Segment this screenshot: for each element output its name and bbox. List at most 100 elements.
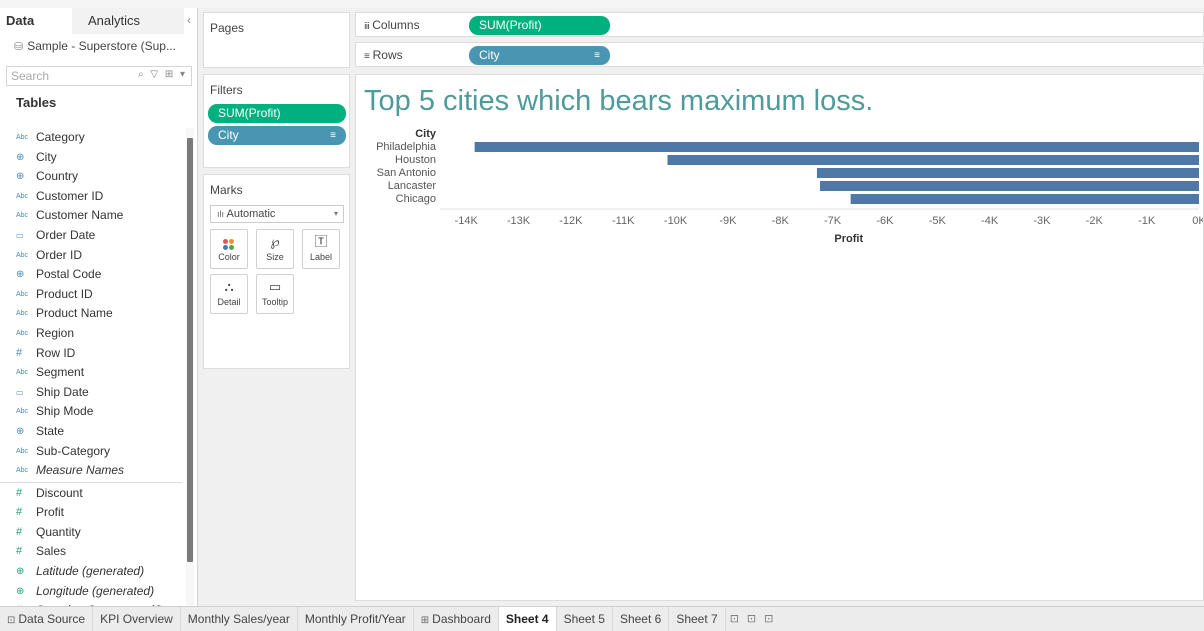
filter-pill-city[interactable]: City ≡ [208,126,346,145]
field-label: Quantity [36,524,81,539]
sheet-tab-sheet-6[interactable]: Sheet 6 [613,607,670,631]
field-latitude-generated[interactable]: ⊕ Latitude (generated) [0,562,182,582]
field-sales[interactable]: # Sales [0,542,182,562]
detail-button-label: Detail [217,297,241,307]
field-label: Profit [36,505,65,520]
field-segment[interactable]: Abc Segment [0,363,182,383]
field-product-name[interactable]: Abc Product Name [0,304,182,324]
bar[interactable] [850,194,1199,204]
rows-pill-label: City [479,48,500,62]
field-label: Country [36,169,79,184]
color-button-label: Color [218,252,240,262]
detail-icon: ⛬ [224,279,234,294]
rows-shelf-text: Rows [372,48,403,62]
field-region[interactable]: Abc Region [0,324,182,344]
field-order-id[interactable]: Abc Order ID [0,246,182,266]
field-country[interactable]: ⊕ Country [0,167,182,187]
bar[interactable] [816,168,1199,178]
sheet-tab-monthly-sales-year[interactable]: Monthly Sales/year [181,607,298,631]
bar-chart[interactable]: CityPhiladelphiaHoustonSan AntonioLancas… [356,75,1204,601]
filters-card[interactable]: Filters SUM(Profit) City ≡ [203,74,350,168]
sheet-tab-kpi-overview[interactable]: KPI Overview [93,607,181,631]
field-label: Order ID [36,247,83,262]
search-field[interactable]: Search ⌕ ▽ ⊞ ▾ [6,66,192,86]
row-header: City [415,128,437,140]
x-tick-label: -5K [929,215,947,227]
field-city[interactable]: ⊕ City [0,148,182,168]
bar[interactable] [667,155,1199,165]
color-button[interactable]: Color [210,229,248,269]
field-state[interactable]: ⊕ State [0,422,182,442]
sheet-tab-sheet-7[interactable]: Sheet 7 [669,607,726,631]
x-tick-label: -13K [507,215,531,227]
field-discount[interactable]: # Discount [0,484,182,504]
field-order-date[interactable]: ▭ Order Date [0,226,182,246]
x-tick-label: -6K [876,215,894,227]
columns-pill-sum-profit[interactable]: SUM(Profit) [469,16,610,35]
category-label: Lancaster [388,180,437,192]
field-row-id[interactable]: # Row ID [0,344,182,364]
tab-data[interactable]: Data [0,8,72,34]
detail-button[interactable]: ⛬ Detail [210,274,248,314]
search-filter-view-icons[interactable]: ⌕ ▽ ⊞ ▾ [138,69,187,80]
columns-shelf[interactable]: ⅲ Columns SUM(Profit) [355,12,1204,37]
sheet-tab-label: Sheet 6 [619,612,662,626]
size-button[interactable]: ℘ Size [256,229,294,269]
bar[interactable] [820,181,1199,191]
filter-pill-sum-profit[interactable]: SUM(Profit) [208,104,346,123]
size-button-label: Size [266,252,284,262]
string-type-icon: Abc [16,310,29,318]
field-postal-code[interactable]: ⊕ Postal Code [0,265,182,285]
rows-shelf[interactable]: ≡ Rows City ≡ [355,42,1204,67]
sheet-tab-sheet-4[interactable]: Sheet 4 [498,607,557,631]
field-customer-id[interactable]: Abc Customer ID [0,187,182,207]
field-longitude-generated[interactable]: ⊕ Longitude (generated) [0,582,182,602]
sheet-tab-sheet-5[interactable]: Sheet 5 [557,607,613,631]
globe-icon: ⊕ [16,585,25,597]
view-canvas[interactable]: Top 5 cities which bears maximum loss. C… [355,74,1204,601]
number-type-icon: # [16,525,23,538]
globe-icon: ⊕ [16,566,25,578]
columns-shelf-label: ⅲ Columns [364,18,420,32]
bar[interactable] [474,142,1199,152]
field-ship-mode[interactable]: Abc Ship Mode [0,402,182,422]
sheet-tab-label: Data Source [18,612,86,626]
new-story-icon[interactable]: ⊡ [760,607,777,631]
string-type-icon: Abc [16,447,29,455]
field-measure-names[interactable]: Abc Measure Names [0,461,182,481]
field-product-id[interactable]: Abc Product ID [0,285,182,305]
scrollbar-thumb[interactable] [187,138,193,562]
rows-pill-city[interactable]: City ≡ [469,46,610,65]
field-quantity[interactable]: # Quantity [0,523,182,543]
x-tick-label: -14K [455,215,479,227]
new-dashboard-icon[interactable]: ⊡ [743,607,760,631]
number-type-icon: # [16,346,23,359]
label-button[interactable]: 🅃 Label [302,229,340,269]
x-tick-label: -3K [1033,215,1051,227]
number-type-icon: # [16,545,23,558]
field-profit[interactable]: # Profit [0,503,182,523]
calendar-icon: ▭ [16,387,24,397]
globe-icon: ⊕ [16,425,25,437]
mark-type-dropdown[interactable]: ılı Automatic ▾ [210,205,344,223]
category-label: Chicago [396,193,436,205]
sheet-tab-data-source[interactable]: ⊡ Data Source [0,607,94,631]
data-source-item[interactable]: ⛁ Sample - Superstore (Sup... [0,34,197,58]
field-ship-date[interactable]: ▭ Ship Date [0,383,182,403]
label-icon: 🅃 [314,234,328,249]
x-tick-label: -7K [824,215,842,227]
tab-analytics[interactable]: Analytics [72,8,184,34]
field-sub-category[interactable]: Abc Sub-Category [0,442,182,462]
field-label: Row ID [36,345,76,360]
new-worksheet-icon[interactable]: ⊡ [726,607,743,631]
field-category[interactable]: Abc Category [0,128,182,148]
collapse-pane-icon[interactable]: ‹ [187,13,191,27]
filters-title: Filters [210,83,243,97]
field-label: Discount [36,485,83,500]
tooltip-button[interactable]: ▭ Tooltip [256,274,294,314]
field-customer-name[interactable]: Abc Customer Name [0,206,182,226]
pages-card[interactable]: Pages [203,12,350,68]
marks-title: Marks [210,183,243,197]
sheet-tab-dashboard[interactable]: ⊞ Dashboard [414,607,499,631]
sheet-tab-monthly-profit-year[interactable]: Monthly Profit/Year [298,607,414,631]
